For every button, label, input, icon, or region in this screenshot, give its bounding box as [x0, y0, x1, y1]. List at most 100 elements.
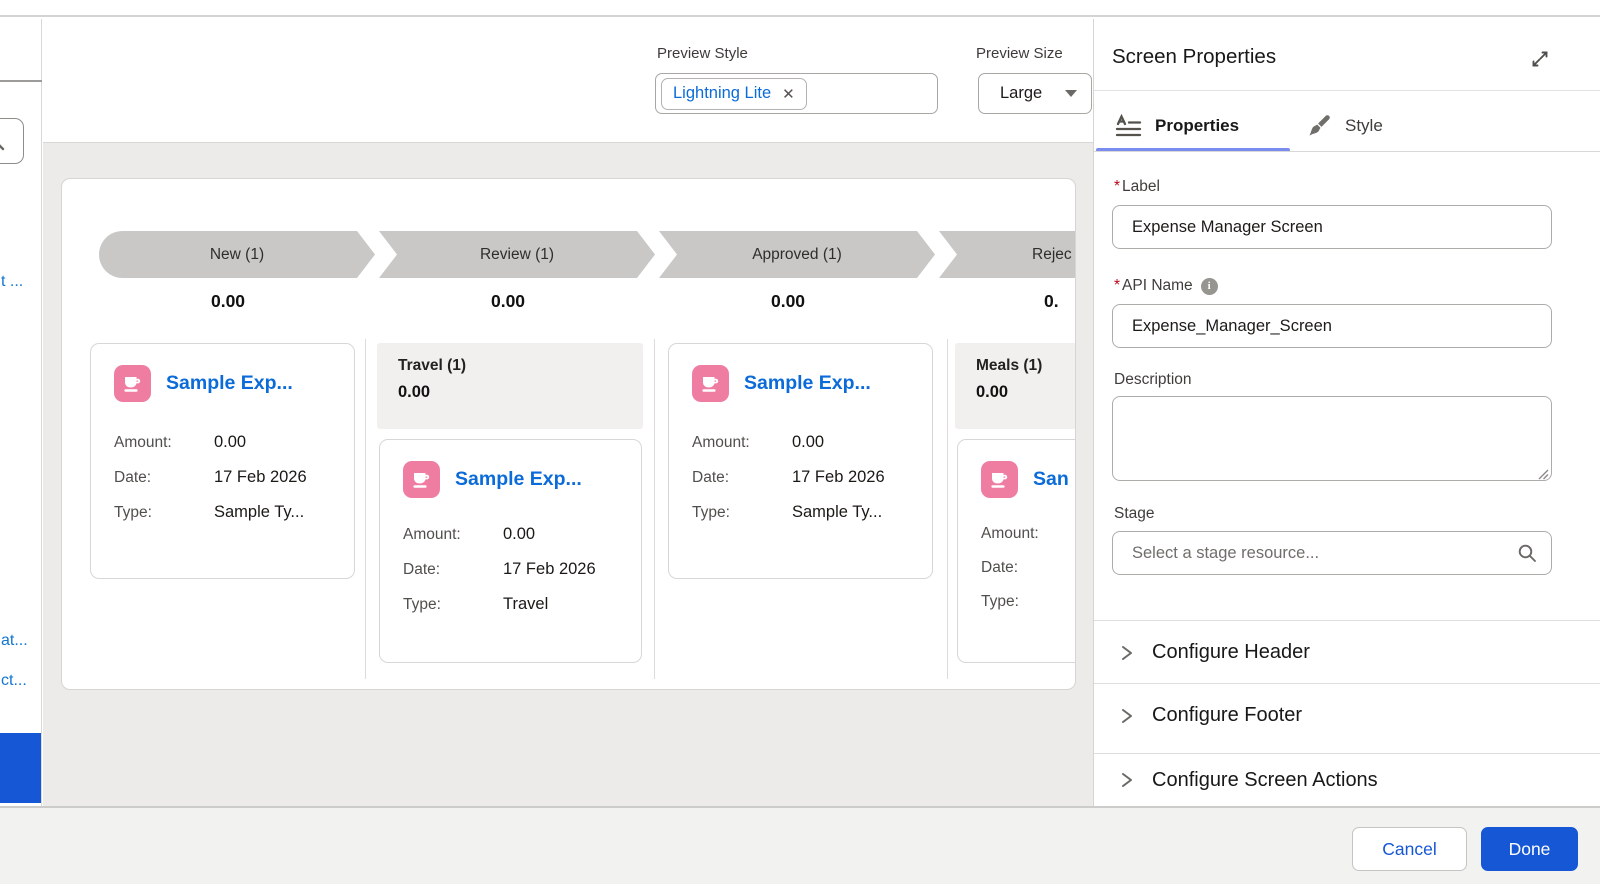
accordion-configure-footer[interactable]: Configure Footer	[1094, 684, 1600, 747]
row-value: Sample Ty...	[214, 503, 305, 521]
path-stage-approved[interactable]: Approved (1)	[659, 231, 935, 278]
row-label: Type:	[114, 504, 152, 521]
chevron-right-icon	[1122, 773, 1132, 787]
accordion-label: Configure Footer	[1152, 704, 1303, 726]
preview-style-value: Lightning Lite	[673, 84, 772, 102]
expense-card[interactable]: Sample Exp... Amount: 0.00 Date: 17 Feb …	[668, 343, 933, 579]
preview-size-select[interactable]: Large	[978, 73, 1092, 114]
brush-icon	[1309, 114, 1330, 136]
flow-screen-editor: t ... at... ct... Preview Style Lightnin…	[0, 0, 1600, 884]
expense-card-title[interactable]: Sample Exp...	[455, 468, 582, 491]
panel-divider	[1094, 90, 1600, 91]
row-value: 0.00	[214, 433, 247, 451]
info-icon[interactable]: i	[1200, 277, 1218, 295]
coffee-cup-icon	[403, 461, 440, 498]
expense-card-title[interactable]: Sample Exp...	[744, 372, 871, 395]
stage-total: 0.00	[770, 291, 806, 311]
group-amount: 0.00	[976, 383, 1009, 401]
accordion-label: Configure Header	[1152, 641, 1310, 663]
close-icon[interactable]: ✕	[782, 85, 795, 103]
search-icon	[0, 144, 5, 151]
stage-total: 0.	[1044, 291, 1059, 311]
coffee-cup-icon	[114, 365, 151, 402]
row-label: Type:	[403, 596, 441, 613]
row-label: Amount:	[692, 434, 750, 451]
panel-title: Screen Properties	[1112, 45, 1277, 68]
text-properties-icon	[1115, 113, 1142, 136]
palette-link-clipped-2[interactable]: at...	[1, 632, 28, 650]
row-value: Sample Ty...	[792, 503, 883, 521]
row-label: Date:	[981, 559, 1019, 576]
group-header-meals: Meals (1) 0.00	[955, 343, 1075, 429]
description-field-label: Description	[1114, 371, 1192, 388]
chevron-right-icon	[1122, 708, 1132, 723]
row-label: Date:	[114, 469, 152, 486]
label-field-label: * Label	[1114, 178, 1160, 195]
row-value: 17 Feb 2026	[503, 560, 596, 578]
expense-card[interactable]: Sample Exp... Amount: 0.00 Date: 17 Feb …	[379, 439, 642, 663]
search-input[interactable]	[0, 118, 24, 164]
row-value: 17 Feb 2026	[214, 468, 307, 486]
group-header-travel: Travel (1) 0.00	[377, 343, 643, 429]
stage-total: 0.00	[490, 291, 526, 311]
accordion-configure-header[interactable]: Configure Header	[1094, 621, 1600, 684]
row-value: 0.00	[503, 525, 536, 543]
row-value: 0.00	[792, 433, 825, 451]
palette-link-clipped-3[interactable]: ct...	[1, 672, 27, 690]
tab-style-label: Style	[1345, 115, 1383, 135]
preview-size-label: Preview Size	[976, 45, 1063, 62]
row-label: Amount:	[403, 526, 461, 543]
expense-card-title[interactable]: Sample Exp...	[166, 372, 293, 395]
required-marker: *	[1114, 178, 1121, 195]
chevron-right-icon	[1122, 645, 1132, 660]
group-label: Travel (1)	[398, 357, 467, 374]
row-label: Amount:	[981, 525, 1039, 542]
row-value: 17 Feb 2026	[792, 468, 885, 486]
column-divider	[654, 339, 655, 679]
expense-card-title[interactable]: San	[1033, 468, 1069, 491]
stage-field-label: Stage	[1114, 505, 1155, 522]
coffee-cup-icon	[981, 461, 1018, 498]
accordion-label: Configure Screen Actions	[1152, 768, 1378, 791]
description-field[interactable]	[1112, 396, 1552, 481]
row-label: Amount:	[114, 434, 172, 451]
label-field[interactable]	[1112, 205, 1552, 249]
column-divider	[947, 339, 948, 679]
palette-link-clipped-1[interactable]: t ...	[1, 273, 23, 291]
row-label: Type:	[981, 593, 1019, 610]
path-stage-rejected-clipped[interactable]: Rejec	[939, 231, 1075, 278]
screen-preview[interactable]: New (1) Review (1) Approved (1) Rejec 0.…	[61, 178, 1076, 690]
panel-divider	[1094, 151, 1600, 152]
expand-icon[interactable]	[1530, 49, 1550, 74]
api-name-field[interactable]	[1112, 304, 1552, 348]
preview-style-label: Preview Style	[657, 45, 748, 62]
search-icon	[1518, 544, 1536, 562]
row-label: Type:	[692, 504, 730, 521]
clipped-blue-button[interactable]	[0, 733, 41, 803]
tab-style[interactable]: Style	[1306, 103, 1383, 148]
path-stage-new[interactable]: New (1)	[99, 231, 375, 278]
chevron-down-icon	[1065, 90, 1077, 97]
column-divider	[365, 339, 366, 679]
row-value: Travel	[503, 595, 549, 613]
tab-properties[interactable]: Properties	[1115, 103, 1239, 148]
preview-style-combobox[interactable]: Lightning Lite ✕	[655, 73, 938, 114]
expense-card[interactable]: Sample Exp... Amount: 0.00 Date: 17 Feb …	[90, 343, 355, 579]
expense-card[interactable]: San Amount: Date: Type:	[957, 439, 1075, 663]
stage-input[interactable]	[1132, 543, 1517, 563]
preview-style-pill[interactable]: Lightning Lite ✕	[661, 77, 807, 110]
coffee-cup-icon	[692, 365, 729, 402]
group-label: Meals (1)	[976, 357, 1043, 374]
cancel-button[interactable]: Cancel	[1352, 827, 1467, 871]
api-name-field-label: * API Name i	[1114, 277, 1218, 295]
tab-properties-label: Properties	[1155, 115, 1240, 135]
screen-properties-panel: Screen Properties Properties Style * Lab…	[1093, 19, 1600, 806]
row-label: Date:	[692, 469, 730, 486]
path-stage-review[interactable]: Review (1)	[379, 231, 655, 278]
done-button[interactable]: Done	[1481, 827, 1578, 871]
rail-divider	[0, 80, 42, 82]
accordion-configure-screen-actions[interactable]: Configure Screen Actions	[1094, 754, 1600, 806]
required-marker: *	[1114, 277, 1121, 294]
stage-combobox[interactable]	[1112, 531, 1552, 575]
preview-canvas: Preview Style Lightning Lite ✕ Preview S…	[43, 19, 1093, 806]
